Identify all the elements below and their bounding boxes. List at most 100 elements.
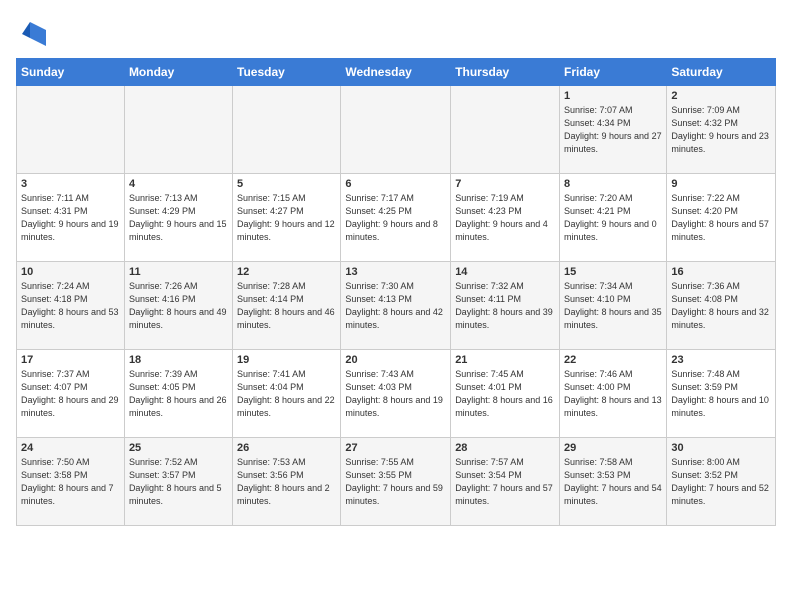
day-info: Sunrise: 7:34 AM Sunset: 4:10 PM Dayligh… xyxy=(564,280,662,332)
day-number: 22 xyxy=(564,354,662,366)
calendar-cell: 12 Sunrise: 7:28 AM Sunset: 4:14 PM Dayli… xyxy=(233,262,341,350)
day-number: 3 xyxy=(21,178,120,190)
calendar-cell: 19 Sunrise: 7:41 AM Sunset: 4:04 PM Dayli… xyxy=(233,350,341,438)
day-info: Sunrise: 7:37 AM Sunset: 4:07 PM Dayligh… xyxy=(21,368,120,420)
week-row-5: 24 Sunrise: 7:50 AM Sunset: 3:58 PM Dayli… xyxy=(17,438,776,526)
day-info: Sunrise: 7:07 AM Sunset: 4:34 PM Dayligh… xyxy=(564,104,662,156)
day-info: Sunrise: 7:24 AM Sunset: 4:18 PM Dayligh… xyxy=(21,280,120,332)
calendar-cell: 16 Sunrise: 7:36 AM Sunset: 4:08 PM Dayli… xyxy=(667,262,776,350)
day-number: 7 xyxy=(455,178,555,190)
week-row-1: 1 Sunrise: 7:07 AM Sunset: 4:34 PM Daylig… xyxy=(17,86,776,174)
day-number: 1 xyxy=(564,90,662,102)
day-number: 2 xyxy=(671,90,771,102)
weekday-header-tuesday: Tuesday xyxy=(233,59,341,86)
weekday-header-thursday: Thursday xyxy=(451,59,560,86)
weekday-header-friday: Friday xyxy=(560,59,667,86)
day-info: Sunrise: 7:57 AM Sunset: 3:54 PM Dayligh… xyxy=(455,456,555,508)
day-info: Sunrise: 7:36 AM Sunset: 4:08 PM Dayligh… xyxy=(671,280,771,332)
calendar-cell: 22 Sunrise: 7:46 AM Sunset: 4:00 PM Dayli… xyxy=(560,350,667,438)
calendar-cell: 4 Sunrise: 7:13 AM Sunset: 4:29 PM Daylig… xyxy=(124,174,232,262)
calendar-cell: 17Sunrise: 7:37 AM Sunset: 4:07 PM Dayli… xyxy=(17,350,125,438)
calendar-cell: 28 Sunrise: 7:57 AM Sunset: 3:54 PM Dayli… xyxy=(451,438,560,526)
day-number: 4 xyxy=(129,178,228,190)
calendar-cell: 9 Sunrise: 7:22 AM Sunset: 4:20 PM Daylig… xyxy=(667,174,776,262)
day-number: 9 xyxy=(671,178,771,190)
day-number: 24 xyxy=(21,442,120,454)
calendar-cell: 13 Sunrise: 7:30 AM Sunset: 4:13 PM Dayli… xyxy=(341,262,451,350)
calendar-cell: 8 Sunrise: 7:20 AM Sunset: 4:21 PM Daylig… xyxy=(560,174,667,262)
calendar-cell: 23 Sunrise: 7:48 AM Sunset: 3:59 PM Dayli… xyxy=(667,350,776,438)
calendar-cell: 14 Sunrise: 7:32 AM Sunset: 4:11 PM Dayli… xyxy=(451,262,560,350)
day-info: Sunrise: 7:17 AM Sunset: 4:25 PM Dayligh… xyxy=(345,192,446,244)
day-info: Sunrise: 7:32 AM Sunset: 4:11 PM Dayligh… xyxy=(455,280,555,332)
header xyxy=(16,16,776,52)
day-number: 18 xyxy=(129,354,228,366)
calendar-cell: 2 Sunrise: 7:09 AM Sunset: 4:32 PM Daylig… xyxy=(667,86,776,174)
calendar-cell: 27Sunrise: 7:55 AM Sunset: 3:55 PM Dayli… xyxy=(341,438,451,526)
calendar-cell: 10Sunrise: 7:24 AM Sunset: 4:18 PM Dayli… xyxy=(17,262,125,350)
day-info: Sunrise: 7:30 AM Sunset: 4:13 PM Dayligh… xyxy=(345,280,446,332)
calendar-cell: 3Sunrise: 7:11 AM Sunset: 4:31 PM Daylig… xyxy=(17,174,125,262)
calendar-cell: 5Sunrise: 7:15 AM Sunset: 4:27 PM Daylig… xyxy=(233,174,341,262)
calendar-cell: 15 Sunrise: 7:34 AM Sunset: 4:10 PM Dayli… xyxy=(560,262,667,350)
day-info: Sunrise: 7:52 AM Sunset: 3:57 PM Dayligh… xyxy=(129,456,228,508)
day-number: 12 xyxy=(237,266,336,278)
day-number: 15 xyxy=(564,266,662,278)
calendar-cell xyxy=(17,86,125,174)
calendar-cell: 24 Sunrise: 7:50 AM Sunset: 3:58 PM Dayli… xyxy=(17,438,125,526)
day-info: Sunrise: 7:22 AM Sunset: 4:20 PM Dayligh… xyxy=(671,192,771,244)
day-number: 19 xyxy=(237,354,336,366)
day-info: Sunrise: 7:48 AM Sunset: 3:59 PM Dayligh… xyxy=(671,368,771,420)
day-number: 25 xyxy=(129,442,228,454)
day-number: 14 xyxy=(455,266,555,278)
day-info: Sunrise: 7:50 AM Sunset: 3:58 PM Dayligh… xyxy=(21,456,120,508)
day-number: 28 xyxy=(455,442,555,454)
day-info: Sunrise: 7:19 AM Sunset: 4:23 PM Dayligh… xyxy=(455,192,555,244)
weekday-header-saturday: Saturday xyxy=(667,59,776,86)
day-info: Sunrise: 7:58 AM Sunset: 3:53 PM Dayligh… xyxy=(564,456,662,508)
day-number: 16 xyxy=(671,266,771,278)
week-row-3: 10Sunrise: 7:24 AM Sunset: 4:18 PM Dayli… xyxy=(17,262,776,350)
calendar-cell: 25 Sunrise: 7:52 AM Sunset: 3:57 PM Dayli… xyxy=(124,438,232,526)
day-info: Sunrise: 7:45 AM Sunset: 4:01 PM Dayligh… xyxy=(455,368,555,420)
day-info: Sunrise: 7:41 AM Sunset: 4:04 PM Dayligh… xyxy=(237,368,336,420)
calendar-body: 1 Sunrise: 7:07 AM Sunset: 4:34 PM Daylig… xyxy=(17,86,776,526)
calendar-cell: 26 Sunrise: 7:53 AM Sunset: 3:56 PM Dayli… xyxy=(233,438,341,526)
day-info: Sunrise: 7:26 AM Sunset: 4:16 PM Dayligh… xyxy=(129,280,228,332)
day-number: 29 xyxy=(564,442,662,454)
calendar-cell: 30Sunrise: 8:00 AM Sunset: 3:52 PM Dayli… xyxy=(667,438,776,526)
day-number: 13 xyxy=(345,266,446,278)
day-number: 30 xyxy=(671,442,771,454)
calendar-cell xyxy=(124,86,232,174)
day-info: Sunrise: 7:46 AM Sunset: 4:00 PM Dayligh… xyxy=(564,368,662,420)
day-info: Sunrise: 7:13 AM Sunset: 4:29 PM Dayligh… xyxy=(129,192,228,244)
calendar-cell: 20 Sunrise: 7:43 AM Sunset: 4:03 PM Dayli… xyxy=(341,350,451,438)
calendar-cell: 29 Sunrise: 7:58 AM Sunset: 3:53 PM Dayli… xyxy=(560,438,667,526)
week-row-4: 17Sunrise: 7:37 AM Sunset: 4:07 PM Dayli… xyxy=(17,350,776,438)
weekday-header-sunday: Sunday xyxy=(17,59,125,86)
calendar-cell xyxy=(233,86,341,174)
day-number: 20 xyxy=(345,354,446,366)
day-info: Sunrise: 7:15 AM Sunset: 4:27 PM Dayligh… xyxy=(237,192,336,244)
calendar-cell: 21 Sunrise: 7:45 AM Sunset: 4:01 PM Dayli… xyxy=(451,350,560,438)
day-info: Sunrise: 7:20 AM Sunset: 4:21 PM Dayligh… xyxy=(564,192,662,244)
day-info: Sunrise: 7:09 AM Sunset: 4:32 PM Dayligh… xyxy=(671,104,771,156)
weekday-header-wednesday: Wednesday xyxy=(341,59,451,86)
day-info: Sunrise: 7:28 AM Sunset: 4:14 PM Dayligh… xyxy=(237,280,336,332)
calendar-cell xyxy=(451,86,560,174)
day-number: 26 xyxy=(237,442,336,454)
logo xyxy=(16,16,48,52)
day-number: 27 xyxy=(345,442,446,454)
day-number: 21 xyxy=(455,354,555,366)
calendar-cell: 6 Sunrise: 7:17 AM Sunset: 4:25 PM Daylig… xyxy=(341,174,451,262)
day-number: 6 xyxy=(345,178,446,190)
week-row-2: 3Sunrise: 7:11 AM Sunset: 4:31 PM Daylig… xyxy=(17,174,776,262)
calendar-cell xyxy=(341,86,451,174)
day-info: Sunrise: 7:43 AM Sunset: 4:03 PM Dayligh… xyxy=(345,368,446,420)
day-info: Sunrise: 7:53 AM Sunset: 3:56 PM Dayligh… xyxy=(237,456,336,508)
day-number: 23 xyxy=(671,354,771,366)
weekday-header-monday: Monday xyxy=(124,59,232,86)
day-number: 8 xyxy=(564,178,662,190)
day-number: 11 xyxy=(129,266,228,278)
calendar-header-row: SundayMondayTuesdayWednesdayThursdayFrid… xyxy=(17,59,776,86)
